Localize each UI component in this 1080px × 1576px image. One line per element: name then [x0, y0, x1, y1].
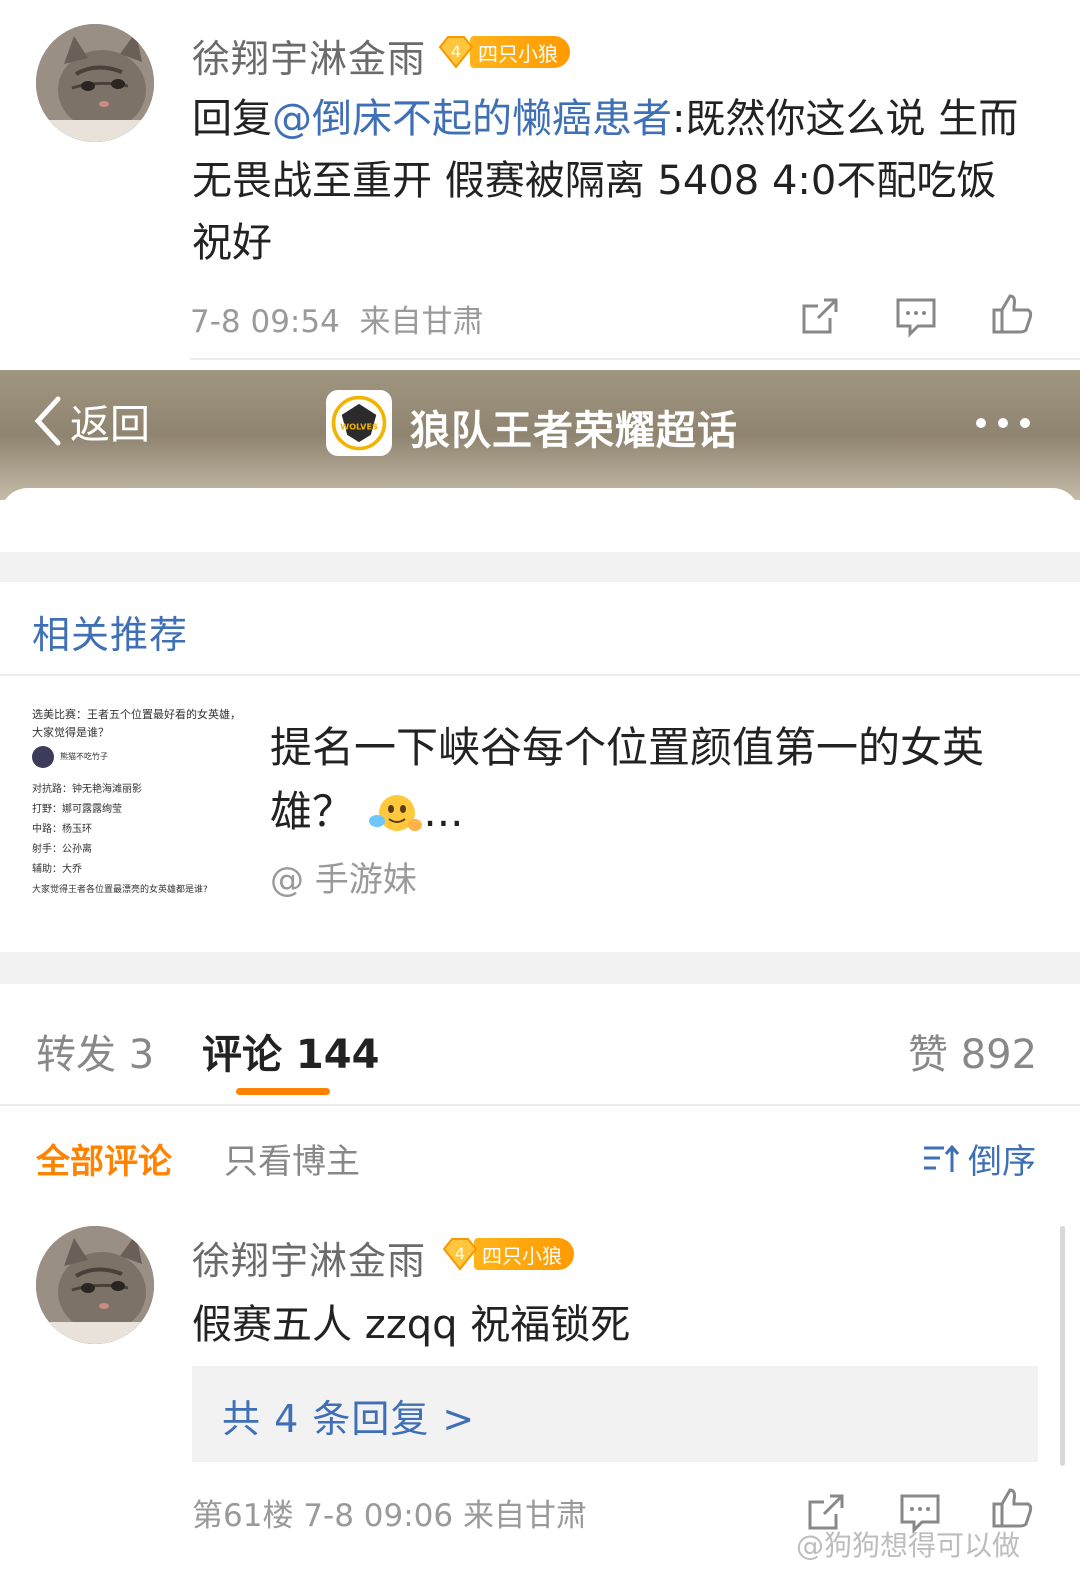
- sort-label: 倒序: [968, 1142, 1036, 1182]
- comment-avatar[interactable]: [36, 1226, 154, 1344]
- diamond-icon: 4: [440, 1237, 480, 1271]
- view-replies-link[interactable]: 共 4 条回复 >: [222, 1388, 475, 1443]
- filter-owner-only[interactable]: 只看博主: [224, 1134, 360, 1183]
- active-tab-indicator: [236, 1088, 330, 1095]
- content-sheet: [0, 488, 1080, 550]
- more-options-icon[interactable]: [976, 418, 1030, 428]
- section-gap: [0, 952, 1080, 984]
- thumb-line: 射手：公孙离: [32, 844, 92, 855]
- badge-label: 四只小狼: [474, 1238, 574, 1270]
- sort-icon: [924, 1144, 960, 1172]
- topic-title[interactable]: 狼队王者荣耀超话: [410, 398, 738, 456]
- post-divider: [190, 358, 1080, 360]
- thumb-line: 大家觉得王者各位置最漂亮的女英雄都是谁?: [32, 885, 208, 895]
- badge-label: 四只小狼: [470, 36, 570, 68]
- post-timestamp: 7-8 09:54 来自甘肃: [190, 296, 484, 341]
- like-icon[interactable]: [990, 292, 1034, 336]
- comment-icon[interactable]: [894, 294, 938, 338]
- recommend-author[interactable]: @ 手游妹: [270, 852, 417, 901]
- hug-emoji-icon: [369, 794, 423, 831]
- post-body: 回复@倒床不起的懒癌患者:既然你这么说 生而无畏战至重开 假赛被隔离 5408 …: [192, 88, 1042, 274]
- section-divider: [0, 674, 1080, 676]
- mention-link[interactable]: @倒床不起的懒癌患者: [272, 96, 672, 142]
- filter-all-comments[interactable]: 全部评论: [36, 1134, 172, 1183]
- share-icon[interactable]: [798, 294, 842, 338]
- comment-meta: 第61楼 7-8 09:06 来自甘肃: [192, 1498, 587, 1534]
- sort-button[interactable]: 倒序: [922, 1134, 1036, 1183]
- watermark: @狗狗想得可以做: [796, 1529, 1021, 1562]
- cat-avatar-image: [36, 24, 154, 142]
- thumb-line: 中路：杨玉环: [32, 824, 92, 835]
- user-level-badge[interactable]: 4 四只小狼: [440, 1236, 574, 1272]
- comment-text: 假赛五人 zzqq 祝福锁死: [192, 1302, 631, 1348]
- tab-comments[interactable]: 评论 144: [202, 1022, 379, 1080]
- tab-likes[interactable]: 赞 892: [908, 1022, 1037, 1080]
- logo-text: WOLVES: [340, 421, 378, 431]
- badge-level-text: 4: [455, 1244, 465, 1263]
- tabs-divider: [0, 1104, 1080, 1106]
- wolves-logo-icon[interactable]: WOLVES: [326, 390, 392, 456]
- cat-avatar-image: [36, 1226, 154, 1344]
- thumb-line: 熊猫不吃竹子: [60, 752, 108, 761]
- thumb-line: 选美比赛：王者五个位置最好看的女英雄，大家觉得是谁？: [32, 708, 241, 739]
- thumb-avatar-icon: [32, 746, 54, 768]
- back-button[interactable]: 返回: [30, 392, 150, 450]
- badge-level-text: 4: [451, 42, 461, 61]
- post-source: 来自甘肃: [359, 304, 484, 340]
- post-username[interactable]: 徐翔宇淋金雨: [192, 28, 426, 83]
- diamond-icon: 4: [436, 35, 476, 69]
- section-gap: [0, 552, 1080, 582]
- comment-username[interactable]: 徐翔宇淋金雨: [192, 1230, 426, 1285]
- back-label: 返回: [70, 402, 150, 448]
- post-time: 7-8 09:54: [190, 304, 340, 340]
- recommend-thumbnail[interactable]: 选美比赛：王者五个位置最好看的女英雄，大家觉得是谁？ 熊猫不吃竹子 对抗路：钟无…: [32, 706, 242, 916]
- thumb-line: 对抗路：钟无艳海滩丽影: [32, 784, 142, 795]
- recommend-ellipsis: ...: [423, 787, 464, 836]
- chevron-left-icon: [34, 396, 61, 446]
- tab-repost[interactable]: 转发 3: [36, 1022, 154, 1080]
- thumb-line: 辅助：大乔: [32, 864, 82, 875]
- scrollbar[interactable]: [1060, 1226, 1065, 1466]
- thumb-line: 打野：娜可露露绚莹: [32, 804, 122, 815]
- post-avatar[interactable]: [36, 24, 154, 142]
- recommend-title[interactable]: 提名一下峡谷每个位置颜值第一的女英雄？ ...: [270, 716, 1030, 844]
- reply-prefix: 回复: [192, 96, 272, 142]
- related-section-title: 相关推荐: [32, 613, 189, 657]
- user-level-badge[interactable]: 4 四只小狼: [436, 34, 570, 70]
